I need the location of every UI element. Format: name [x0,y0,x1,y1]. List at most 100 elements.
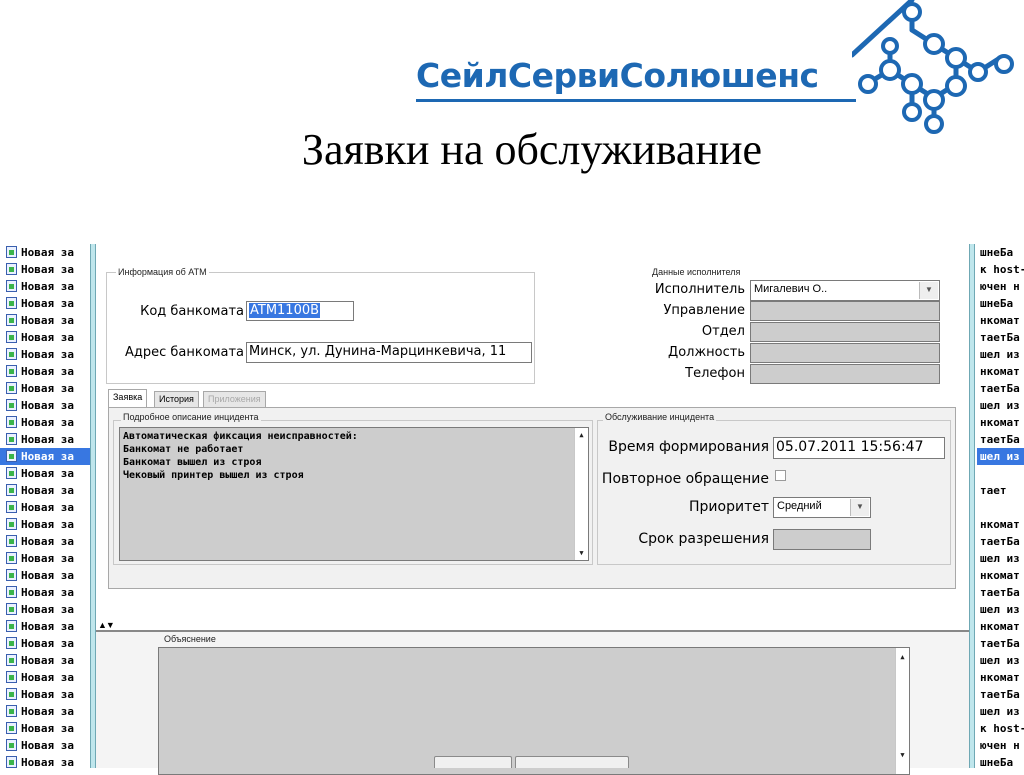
list-item[interactable]: Новая за [0,414,90,431]
priority-select[interactable]: Средний ▼ [773,497,871,518]
incident-description-textarea[interactable]: Автоматическая фиксация неисправностей: … [119,427,589,561]
list-item[interactable]: шел из [977,652,1024,669]
document-icon [6,535,17,547]
horizontal-splitter[interactable]: ▲▼ [96,620,969,632]
list-item[interactable]: Новая за [0,499,90,516]
list-item[interactable]: шел из [977,601,1024,618]
list-item[interactable]: шел из [977,703,1024,720]
list-item[interactable]: Новая за [0,244,90,261]
list-item[interactable]: шнеБа [977,244,1024,261]
splitter-arrows-icon[interactable]: ▲▼ [98,620,115,630]
dialog-button[interactable] [515,756,629,768]
list-item[interactable]: нкомат [977,312,1024,329]
dialog-button[interactable] [434,756,512,768]
list-item[interactable]: таетБа [977,329,1024,346]
list-item[interactable]: Новая за [0,618,90,635]
list-item[interactable]: тает [977,482,1024,499]
document-icon [6,365,17,377]
list-item[interactable] [977,465,1024,482]
tab-request[interactable]: Заявка [108,389,148,407]
created-value: 05.07.2011 15:56:47 [776,439,924,455]
list-item[interactable]: Новая за [0,737,90,754]
list-item[interactable]: Новая за [0,686,90,703]
list-item[interactable]: Новая за [0,567,90,584]
incident-line: Чековый принтер вышел из строя [123,470,304,481]
list-item[interactable]: Новая за [0,533,90,550]
list-item[interactable]: таетБа [977,431,1024,448]
list-item[interactable]: таетБа [977,584,1024,601]
list-item[interactable]: шел из [977,397,1024,414]
atm-address-field[interactable]: Минск, ул. Дунина-Марцинкевича, 11 [246,342,532,363]
list-item[interactable]: Новая за [0,278,90,295]
list-item[interactable]: к host- [977,261,1024,278]
executor-select[interactable]: Мигалевич О.. ▼ [750,280,940,301]
list-item-label: Новая за [21,314,74,327]
document-icon [6,450,17,462]
list-item[interactable]: нкомат [977,567,1024,584]
explanation-scrollbar[interactable]: ▲ ▼ [895,648,909,774]
list-item[interactable]: Новая за [0,482,90,499]
atm-code-field[interactable]: ATM1100B [246,301,354,321]
list-item[interactable]: нкомат [977,414,1024,431]
list-item[interactable]: Новая за [0,312,90,329]
list-item[interactable]: таетБа [977,635,1024,652]
list-item[interactable]: шел из [977,448,1024,465]
list-item[interactable]: Новая за [0,448,90,465]
repeat-checkbox[interactable] [775,470,786,481]
list-item[interactable]: Новая за [0,754,90,768]
details-list[interactable]: шнеБа к host-ючен н шнеБа нкомат таетБа шел и… [977,244,1024,768]
document-icon [6,569,17,581]
incident-line: Банкомат вышел из строя [123,457,262,468]
list-item[interactable] [977,499,1024,516]
list-item[interactable]: Новая за [0,397,90,414]
list-item[interactable]: нкомат [977,363,1024,380]
list-item[interactable]: Новая за [0,431,90,448]
list-item[interactable]: Новая за [0,720,90,737]
list-item[interactable]: Новая за [0,346,90,363]
scroll-down-icon[interactable]: ▼ [896,750,909,760]
list-item[interactable]: шел из [977,346,1024,363]
right-splitter[interactable] [969,244,975,768]
list-item[interactable]: Новая за [0,584,90,601]
document-icon [6,501,17,513]
list-item[interactable]: шел из [977,550,1024,567]
list-item[interactable]: Новая за [0,635,90,652]
list-item[interactable]: Новая за [0,669,90,686]
list-item[interactable]: нкомат [977,516,1024,533]
list-item[interactable]: таетБа [977,686,1024,703]
scroll-up-icon[interactable]: ▲ [896,652,909,662]
service-group-label: Обслуживание инцидента [603,412,717,422]
list-item[interactable]: Новая за [0,329,90,346]
list-item[interactable]: Новая за [0,380,90,397]
document-icon [6,331,17,343]
list-item[interactable]: Новая за [0,550,90,567]
list-item[interactable]: нкомат [977,669,1024,686]
list-item[interactable]: ючен н [977,278,1024,295]
list-item[interactable]: шнеБа [977,295,1024,312]
list-item-label: Новая за [21,348,74,361]
chevron-down-icon[interactable]: ▼ [850,499,869,516]
chevron-down-icon[interactable]: ▼ [919,282,938,299]
incident-scrollbar[interactable]: ▲ ▼ [574,428,588,560]
list-item[interactable]: шнеБа [977,754,1024,768]
list-item[interactable]: Новая за [0,601,90,618]
scroll-down-icon[interactable]: ▼ [575,548,588,558]
tab-history[interactable]: История [154,391,199,407]
list-item[interactable]: Новая за [0,516,90,533]
list-item[interactable]: таетБа [977,533,1024,550]
list-item[interactable]: нкомат [977,618,1024,635]
list-item[interactable]: Новая за [0,295,90,312]
list-item[interactable]: таетБа [977,380,1024,397]
list-item[interactable]: Новая за [0,261,90,278]
incident-line: Автоматическая фиксация неисправностей: [123,431,358,442]
list-item[interactable]: ючен н [977,737,1024,754]
list-item[interactable]: Новая за [0,465,90,482]
deadline-field[interactable] [773,529,871,550]
list-item[interactable]: Новая за [0,363,90,380]
request-list[interactable]: Новая за Новая за Новая за Новая за Новая за… [0,244,90,768]
scroll-up-icon[interactable]: ▲ [575,430,588,440]
list-item[interactable]: Новая за [0,652,90,669]
list-item[interactable]: Новая за [0,703,90,720]
atm-code-label: Код банкомата [140,304,244,319]
list-item[interactable]: к host- [977,720,1024,737]
